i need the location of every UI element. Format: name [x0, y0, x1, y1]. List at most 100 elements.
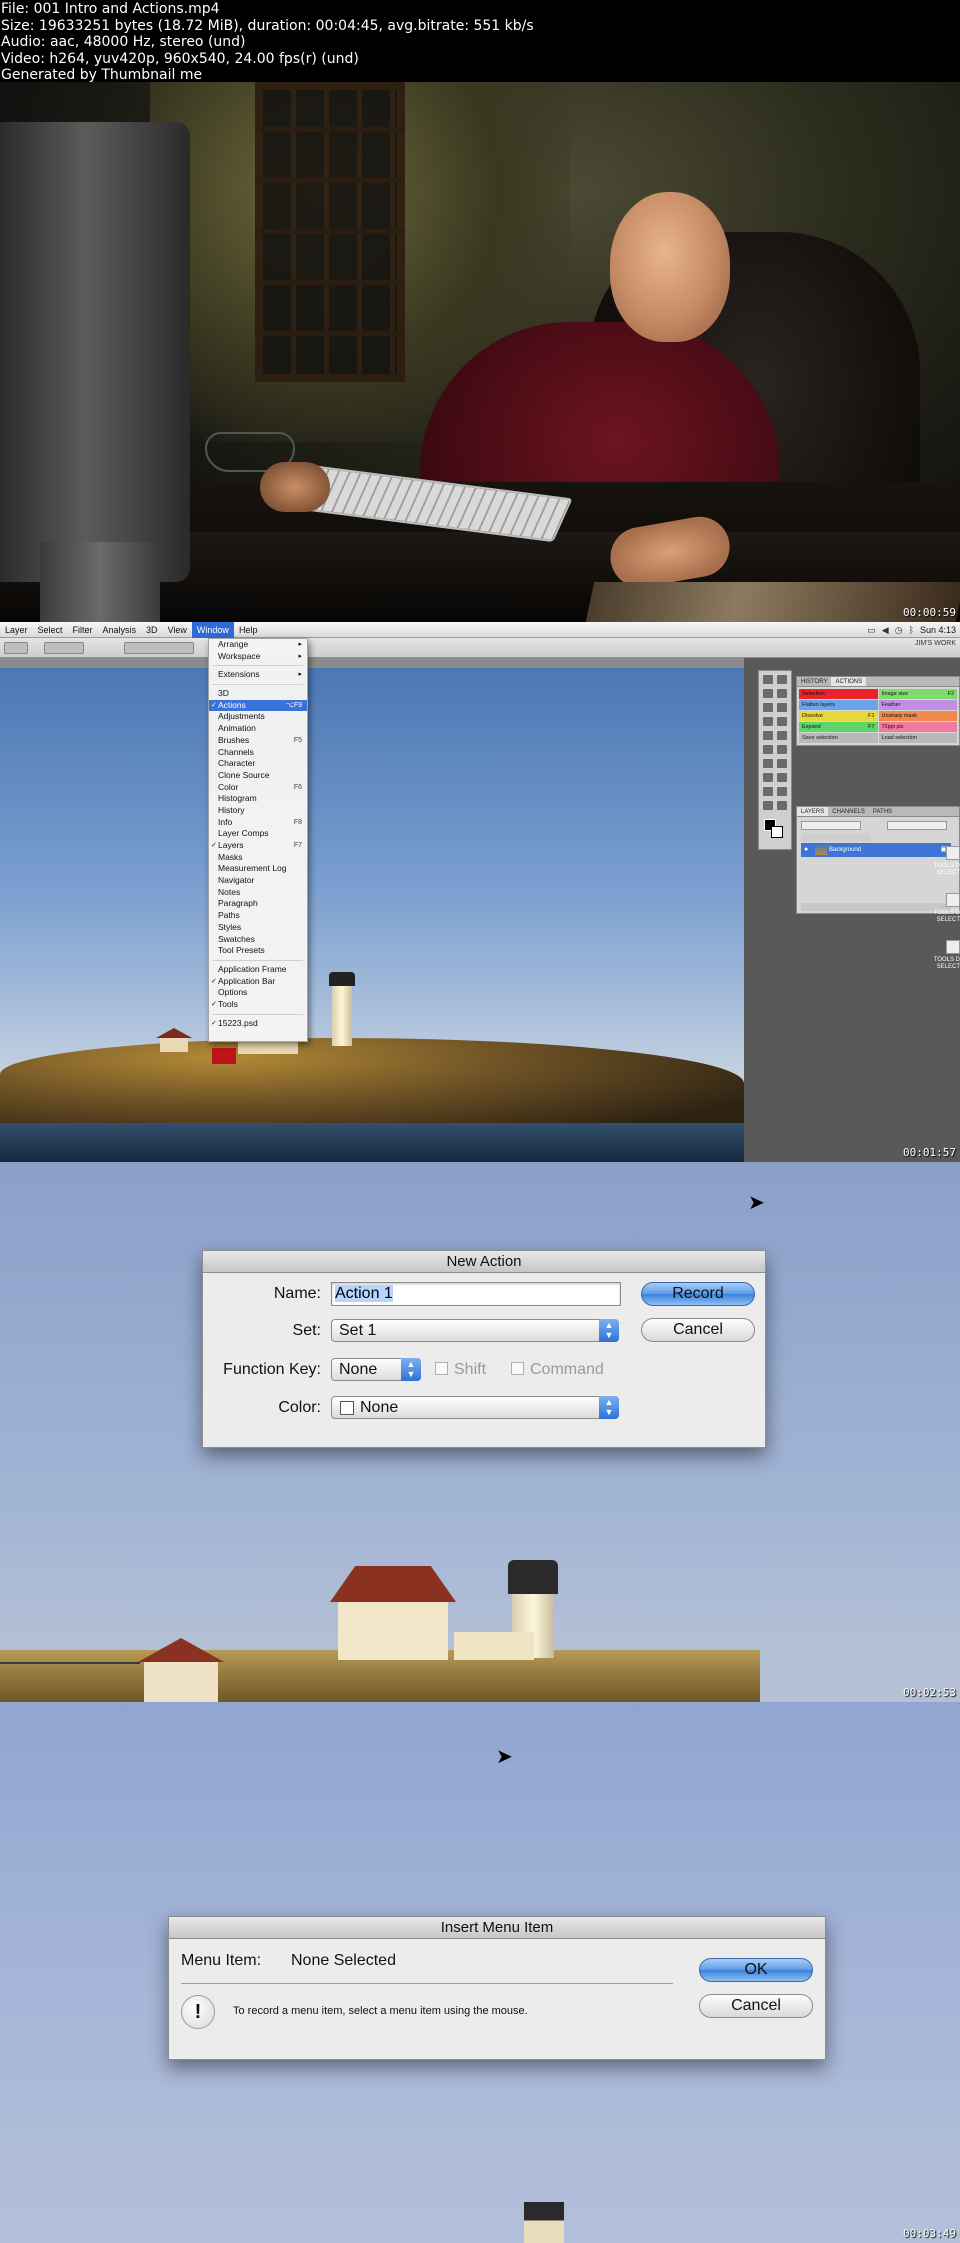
menu-window[interactable]: Window [191, 622, 234, 638]
window-menu-item-animation[interactable]: Animation [209, 723, 307, 735]
window-menu-item-application-frame[interactable]: Application Frame [209, 964, 307, 976]
cancel-button[interactable]: Cancel [641, 1318, 755, 1342]
action-name-field[interactable]: Action 1 [331, 1282, 621, 1306]
time-machine-icon[interactable]: ◷ [895, 625, 903, 636]
bluetooth-icon[interactable]: ᛒ [909, 625, 914, 635]
window-menu-item-measurement-log[interactable]: Measurement Log [209, 863, 307, 875]
action-button-feather[interactable]: Feather [878, 700, 957, 710]
window-menu-item-arrange[interactable]: Arrange ▸ [209, 639, 307, 651]
desktop-icon-3[interactable]: TOOLS D SELECT [912, 940, 960, 971]
menu-3d[interactable]: 3D [141, 622, 163, 638]
document-tab[interactable] [0, 658, 750, 668]
gradient-tool-icon[interactable] [777, 745, 787, 754]
tool-preset-picker[interactable] [4, 642, 28, 654]
window-menu-item-tools[interactable]: ✓ Tools [209, 999, 307, 1011]
action-button-expand[interactable]: Expand F7 [799, 722, 878, 732]
option-group-2[interactable] [124, 642, 194, 654]
screen-icon[interactable]: ▭ [867, 625, 876, 636]
window-menu-item-swatches[interactable]: Swatches [209, 934, 307, 946]
marquee-tool-icon[interactable] [777, 675, 787, 684]
color-select[interactable]: None ▲ ▼ [331, 1396, 619, 1419]
window-menu-item-layers[interactable]: ✓ Layers F7 [209, 840, 307, 852]
window-menu-item-clone-source[interactable]: Clone Source [209, 770, 307, 782]
option-group-1[interactable] [44, 642, 84, 654]
window-menu-item-options[interactable]: Options [209, 987, 307, 999]
opacity-field[interactable] [887, 821, 947, 830]
menu-filter[interactable]: Filter [68, 622, 98, 638]
window-menu-item-channels[interactable]: Channels [209, 747, 307, 759]
window-menu-item-extensions[interactable]: Extensions ▸ [209, 669, 307, 681]
window-menu-item-notes[interactable]: Notes [209, 887, 307, 899]
eye-icon[interactable]: ● [804, 843, 808, 857]
dodge-tool-icon[interactable] [763, 759, 773, 768]
tab-layers[interactable]: LAYERS [797, 807, 829, 816]
path-selection-tool-icon[interactable] [777, 773, 787, 782]
document-canvas[interactable] [0, 668, 744, 1162]
set-select[interactable]: Set 1 ▲ ▼ [331, 1319, 619, 1342]
pen-tool-icon[interactable] [777, 759, 787, 768]
record-button[interactable]: Record [641, 1282, 755, 1306]
desktop-icon-2[interactable]: TOOLS D SELECT [912, 893, 960, 924]
action-button-72ppi-pix[interactable]: 72ppi pix [878, 722, 957, 732]
lasso-tool-icon[interactable] [763, 689, 773, 698]
window-menu-item-tool-presets[interactable]: Tool Presets [209, 945, 307, 957]
window-menu-item-workspace[interactable]: Workspace ▸ [209, 651, 307, 663]
move-tool-icon[interactable] [763, 675, 773, 684]
window-menu-item-brushes[interactable]: Brushes F5 [209, 735, 307, 747]
shift-checkbox[interactable]: Shift [435, 1361, 486, 1379]
window-menu-item-15223-psd[interactable]: ✓ 15223.psd [209, 1018, 307, 1030]
history-brush-tool-icon[interactable] [777, 731, 787, 740]
menu-analysis[interactable]: Analysis [98, 622, 142, 638]
background-color-swatch[interactable] [771, 826, 783, 838]
eraser-tool-icon[interactable] [763, 745, 773, 754]
desktop-icon-1[interactable]: TOOLS D SELECT [912, 846, 960, 877]
window-menu-item-navigator[interactable]: Navigator [209, 875, 307, 887]
window-menu-item-paths[interactable]: Paths [209, 910, 307, 922]
action-button-save-selection[interactable]: Save selection [799, 733, 878, 743]
brush-tool-icon[interactable] [777, 717, 787, 726]
window-menu-item-adjustments[interactable]: Adjustments [209, 711, 307, 723]
action-button-unsharp-mask[interactable]: Unsharp mask [878, 711, 957, 721]
action-button-selection[interactable]: Selection [799, 689, 878, 699]
3d-tool-icon[interactable] [777, 801, 787, 810]
lock-options[interactable] [801, 833, 871, 841]
window-menu-item-3d[interactable]: 3D [209, 688, 307, 700]
window-menu-item-masks[interactable]: Masks [209, 852, 307, 864]
action-button-flatten-layers[interactable]: Flatten layers [799, 700, 878, 710]
stamp-tool-icon[interactable] [763, 731, 773, 740]
ok-button[interactable]: OK [699, 1958, 813, 1982]
tab-paths[interactable]: PATHS [869, 807, 896, 816]
healing-tool-icon[interactable] [763, 717, 773, 726]
action-button-dissolve[interactable]: Dissolve F1 [799, 711, 878, 721]
window-menu-item-histogram[interactable]: Histogram [209, 793, 307, 805]
function-key-select[interactable]: None ▲ ▼ [331, 1358, 421, 1381]
type-tool-icon[interactable] [763, 773, 773, 782]
volume-icon[interactable]: ◀ [882, 625, 889, 636]
shape-tool-icon[interactable] [763, 787, 773, 796]
window-menu-item-info[interactable]: Info F8 [209, 817, 307, 829]
cancel-button[interactable]: Cancel [699, 1994, 813, 2018]
clock[interactable]: Sun 4:13 [920, 625, 956, 635]
window-menu-item-actions[interactable]: ✓ Actions ⌥F9 [209, 699, 307, 712]
magic-wand-tool-icon[interactable] [777, 689, 787, 698]
window-menu-item-styles[interactable]: Styles [209, 922, 307, 934]
window-menu-item-character[interactable]: Character [209, 758, 307, 770]
blend-mode-select[interactable] [801, 821, 861, 830]
window-menu-item-history[interactable]: History [209, 805, 307, 817]
menu-layer[interactable]: Layer [0, 622, 33, 638]
window-menu-item-application-bar[interactable]: ✓ Application Bar [209, 976, 307, 988]
crop-tool-icon[interactable] [763, 703, 773, 712]
tab-actions[interactable]: ACTIONS [831, 677, 867, 686]
workspace-switcher[interactable]: JIM'S WORK [915, 640, 956, 647]
window-menu-item-layer-comps[interactable]: Layer Comps [209, 828, 307, 840]
window-menu-item-paragraph[interactable]: Paragraph [209, 898, 307, 910]
tab-channels[interactable]: CHANNELS [828, 807, 869, 816]
hand-tool-icon[interactable] [777, 787, 787, 796]
menu-view[interactable]: View [163, 622, 192, 638]
menu-help[interactable]: Help [234, 622, 263, 638]
command-checkbox[interactable]: Command [511, 1361, 604, 1379]
window-menu-item-color[interactable]: Color F6 [209, 782, 307, 794]
eyedropper-tool-icon[interactable] [777, 703, 787, 712]
tab-history[interactable]: HISTORY [797, 677, 831, 686]
menu-select[interactable]: Select [33, 622, 68, 638]
